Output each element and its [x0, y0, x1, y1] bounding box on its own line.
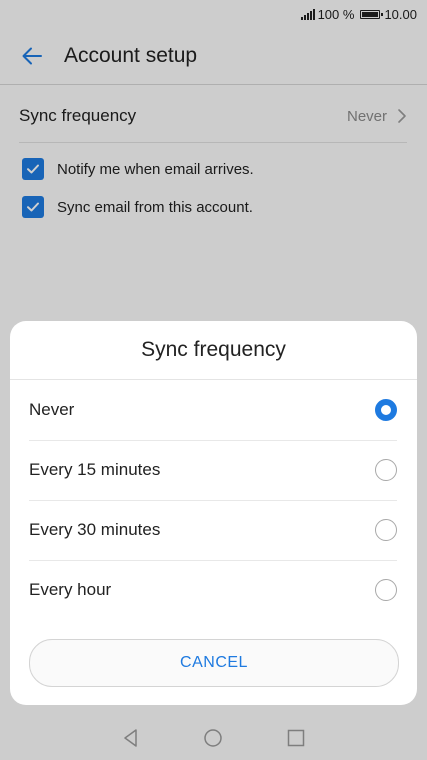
radio-selected-icon[interactable]: [375, 399, 397, 421]
option-label: Every 15 minutes: [29, 460, 161, 479]
cancel-button[interactable]: CANCEL: [29, 639, 399, 687]
option-every-30-minutes[interactable]: Every 30 minutes: [29, 500, 397, 561]
radio-unselected-icon[interactable]: [375, 459, 397, 481]
sync-frequency-dialog: Sync frequency Never Every 15 minutes Ev…: [10, 321, 417, 705]
option-never[interactable]: Never: [29, 380, 397, 441]
radio-unselected-icon[interactable]: [375, 579, 397, 601]
radio-unselected-icon[interactable]: [375, 519, 397, 541]
option-label: Never: [29, 400, 75, 419]
dialog-title: Sync frequency: [10, 321, 417, 380]
option-every-hour[interactable]: Every hour: [29, 560, 397, 620]
option-label: Every hour: [29, 580, 112, 599]
option-every-15-minutes[interactable]: Every 15 minutes: [29, 440, 397, 501]
option-label: Every 30 minutes: [29, 520, 161, 539]
